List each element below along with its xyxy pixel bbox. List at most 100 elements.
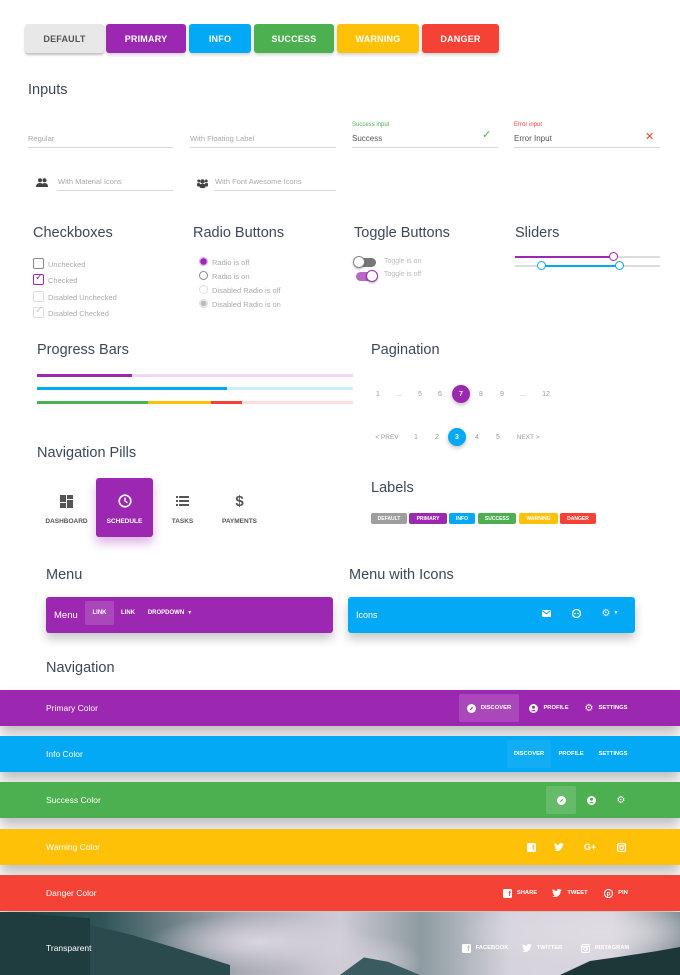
slider-handle[interactable] xyxy=(609,252,619,261)
success-input-label: Success input xyxy=(352,122,390,128)
navbar-brand[interactable]: Danger Color xyxy=(46,875,97,911)
error-input-value: Error Input xyxy=(514,134,552,143)
pill-schedule[interactable]: SCHEDULE xyxy=(96,478,153,537)
nav-settings-icon[interactable]: ⚙ xyxy=(606,786,636,814)
compass-icon xyxy=(556,795,566,805)
menu-icons-brand[interactable]: Icons xyxy=(356,597,378,633)
prev-button[interactable]: < PREV xyxy=(372,428,402,446)
nav-compass[interactable] xyxy=(546,786,576,814)
toggle-knob[interactable] xyxy=(366,270,378,282)
checkbox-label: Disabled Unchecked xyxy=(48,293,117,302)
nav-link-label: PIN xyxy=(618,890,628,896)
label-primary: PRIMARY xyxy=(409,513,447,524)
nav-instagram[interactable] xyxy=(606,833,636,861)
group-icon xyxy=(36,174,48,192)
floating-input-underline xyxy=(190,147,336,148)
menu-dropdown[interactable]: DROPDOWN ▼ xyxy=(146,601,194,625)
nav-discover[interactable]: DISCOVER xyxy=(507,740,551,768)
menu-link-1[interactable]: LINK xyxy=(85,601,114,625)
warning-button[interactable]: WARNING xyxy=(337,24,419,53)
inputs-title: Inputs xyxy=(28,82,68,98)
twitter-icon xyxy=(554,843,564,851)
menu-brand[interactable]: Menu xyxy=(54,597,78,633)
nav-instagram[interactable]: INSTAGRAM xyxy=(578,934,632,962)
settings-dropdown[interactable]: ⚙ ▼ xyxy=(598,601,622,625)
navbar-transparent: Transparent f FACEBOOK TWITTER INSTAGRAM xyxy=(0,930,680,966)
nav-facebook[interactable]: f xyxy=(516,833,546,861)
nav-tweet[interactable]: TWEET xyxy=(550,879,590,907)
sliders-title: Sliders xyxy=(515,225,560,241)
page-item[interactable]: 6 xyxy=(431,385,449,403)
nav-discover[interactable]: DISCOVER xyxy=(459,694,519,722)
menu-link-2[interactable]: LINK xyxy=(116,601,140,625)
page-item[interactable]: 4 xyxy=(468,428,486,446)
page-item[interactable]: 3 xyxy=(448,428,466,446)
nav-google-plus[interactable]: G+ xyxy=(575,833,605,861)
success-button[interactable]: SUCCESS xyxy=(254,24,334,53)
check-icon: ✓ xyxy=(482,129,492,141)
primary-button[interactable]: PRIMARY xyxy=(106,24,186,53)
danger-button[interactable]: DANGER xyxy=(422,24,499,53)
email-icon[interactable] xyxy=(538,601,554,625)
toggle-label: Toggle is off xyxy=(384,271,422,278)
nav-profile[interactable]: PROFILE xyxy=(553,740,589,768)
close-icon: ✕ xyxy=(645,131,655,143)
font-awesome-input-underline xyxy=(214,190,336,191)
menu-with-icons-title: Menu with Icons xyxy=(349,567,454,583)
label-danger: DANGER xyxy=(560,513,596,524)
radio-circle[interactable] xyxy=(199,257,208,266)
page-item[interactable]: 8 xyxy=(472,385,490,403)
default-button[interactable]: DEFAULT xyxy=(25,24,104,53)
pill-payments[interactable]: $ PAYMENTS xyxy=(211,478,268,537)
facebook-icon: f xyxy=(526,842,536,852)
pill-dashboard[interactable]: DASHBOARD xyxy=(38,478,95,537)
nav-share[interactable]: f SHARE xyxy=(500,879,540,907)
navbar-brand[interactable]: Success Color xyxy=(46,782,101,818)
slider-fill xyxy=(541,265,620,267)
radio-circle[interactable] xyxy=(199,271,208,280)
face-icon[interactable] xyxy=(568,601,584,625)
radio-label: Disabled Radio is off xyxy=(212,286,281,295)
navbar-brand[interactable]: Primary Color xyxy=(46,690,98,726)
navbar-brand[interactable]: Transparent xyxy=(46,930,92,966)
checkbox-box[interactable]: ✓ xyxy=(33,272,44,285)
navbar-brand[interactable]: Info Color xyxy=(46,736,83,772)
next-button[interactable]: NEXT > xyxy=(514,428,542,446)
nav-pin[interactable]: p PIN xyxy=(600,879,632,907)
page-item[interactable]: 5 xyxy=(489,428,507,446)
nav-settings[interactable]: SETTINGS xyxy=(593,740,633,768)
nav-profile[interactable]: PROFILE xyxy=(525,694,573,722)
nav-settings[interactable]: ⚙ SETTINGS xyxy=(580,694,632,722)
settings-icon: ⚙ xyxy=(616,794,626,806)
instagram-icon xyxy=(580,943,590,953)
page-item[interactable]: 7 xyxy=(452,385,470,403)
nav-twitter[interactable] xyxy=(544,833,574,861)
page-item[interactable]: 1 xyxy=(407,428,425,446)
page-item[interactable]: 2 xyxy=(428,428,446,446)
nav-facebook[interactable]: f FACEBOOK xyxy=(460,934,510,962)
account-circle-icon xyxy=(586,795,596,805)
nav-link-label: SETTINGS xyxy=(598,705,628,711)
info-button[interactable]: INFO xyxy=(189,24,251,53)
pagination-title: Pagination xyxy=(371,342,440,358)
navbar-success: Success Color ⚙ xyxy=(0,782,680,818)
labels-title: Labels xyxy=(371,480,414,496)
checkbox-box[interactable] xyxy=(33,258,44,269)
nav-profile-icon[interactable] xyxy=(576,786,606,814)
navbar-brand[interactable]: Warning Color xyxy=(46,829,100,865)
nav-twitter[interactable]: TWITTER xyxy=(520,934,564,962)
checkbox-label: Disabled Checked xyxy=(48,309,109,318)
page-item[interactable]: ... xyxy=(514,385,532,403)
page-item[interactable]: ... xyxy=(390,385,408,403)
page-item[interactable]: 1 xyxy=(369,385,387,403)
navigation-title: Navigation xyxy=(46,660,115,676)
page-item[interactable]: 5 xyxy=(411,385,429,403)
pill-label: PAYMENTS xyxy=(221,518,258,525)
page-item[interactable]: 9 xyxy=(493,385,511,403)
slider-handle-min[interactable] xyxy=(536,261,546,270)
toggle-knob[interactable] xyxy=(353,256,365,268)
page-item[interactable]: 12 xyxy=(537,385,555,403)
settings-icon: ⚙ xyxy=(601,607,611,619)
slider-handle-max[interactable] xyxy=(614,261,624,270)
pill-tasks[interactable]: TASKS xyxy=(154,478,211,537)
